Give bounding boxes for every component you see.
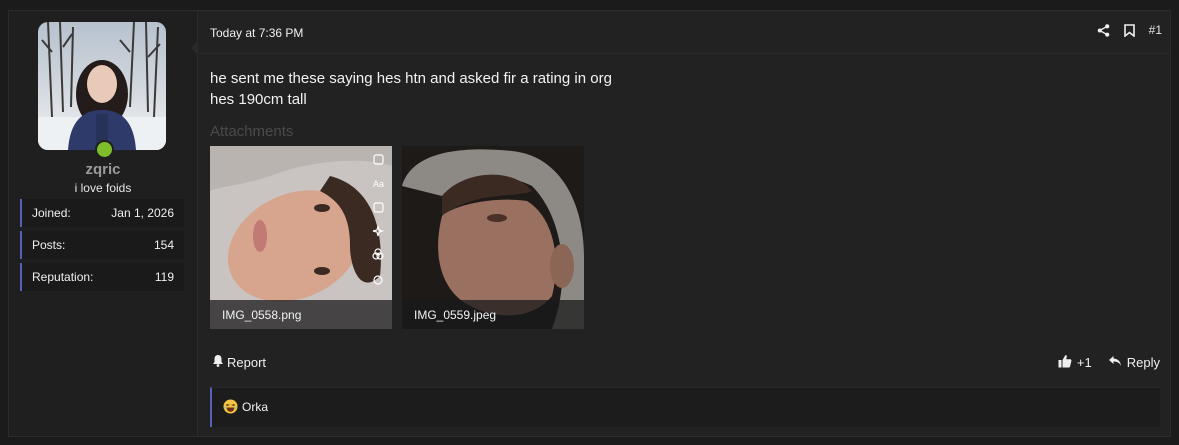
reactions-bar[interactable]: Orka — [210, 387, 1160, 427]
reply-label: Reply — [1126, 355, 1160, 370]
stat-label: Reputation: — [32, 270, 94, 284]
forum-post: zqric i love foids Joined: Jan 1, 2026 P… — [8, 10, 1171, 437]
reply-icon — [1108, 355, 1122, 370]
bookmark-icon[interactable] — [1123, 23, 1135, 37]
attachments-label: Attachments — [210, 123, 294, 140]
avatar[interactable] — [38, 22, 166, 159]
report-label: Report — [227, 354, 267, 370]
post-main: Today at 7:36 PM #1 he sent me these say… — [198, 11, 1170, 436]
stat-value: Jan 1, 2026 — [111, 206, 174, 220]
bell-icon — [212, 354, 224, 370]
attachment-caption: IMG_0558.png — [210, 300, 392, 329]
stat-value: 154 — [153, 238, 174, 252]
stat-posts: Posts: 154 — [20, 231, 184, 259]
post-footer-actions: +1 Reply — [1058, 354, 1160, 371]
post-header: Today at 7:36 PM #1 — [198, 11, 1170, 54]
laughing-emoji-icon — [223, 399, 238, 414]
attachment-thumbnail[interactable]: Aa IMG_0558.png — [210, 146, 392, 329]
message-line: he sent me these saying hes htn and aske… — [210, 70, 612, 87]
post-header-actions: #1 — [1097, 23, 1162, 37]
share-icon[interactable] — [1097, 23, 1110, 37]
post-message: he sent me these saying hes htn and aske… — [210, 68, 612, 110]
username[interactable]: zqric — [9, 161, 197, 178]
online-status-indicator — [95, 140, 114, 159]
thumbs-up-icon — [1058, 354, 1072, 371]
avatar-image[interactable] — [38, 22, 166, 150]
user-arrow-pointer — [191, 41, 198, 55]
post-timestamp[interactable]: Today at 7:36 PM — [210, 26, 303, 40]
stat-label: Posts: — [32, 238, 66, 252]
stat-reputation: Reputation: 119 — [20, 263, 184, 291]
user-sidebar: zqric i love foids Joined: Jan 1, 2026 P… — [9, 11, 198, 436]
attachment-thumbnail[interactable]: IMG_0559.jpeg — [402, 146, 584, 329]
attachment-filename[interactable]: IMG_0559.jpeg — [414, 308, 496, 322]
stat-joined: Joined: Jan 1, 2026 — [20, 199, 184, 227]
user-title: i love foids — [74, 181, 132, 195]
like-count: +1 — [1076, 355, 1092, 370]
stat-value: 119 — [154, 270, 174, 284]
svg-text:Aa: Aa — [373, 179, 384, 189]
like-button[interactable]: +1 — [1058, 354, 1092, 371]
reaction-users[interactable]: Orka — [242, 400, 268, 414]
reply-button[interactable]: Reply — [1108, 355, 1160, 370]
stat-label: Joined: — [32, 206, 71, 220]
attachment-caption: IMG_0559.jpeg — [402, 300, 584, 329]
message-line: hes 190cm tall — [210, 91, 307, 108]
post-number[interactable]: #1 — [1149, 23, 1162, 37]
attachment-filename[interactable]: IMG_0558.png — [222, 308, 301, 322]
report-button[interactable]: Report — [212, 354, 266, 370]
